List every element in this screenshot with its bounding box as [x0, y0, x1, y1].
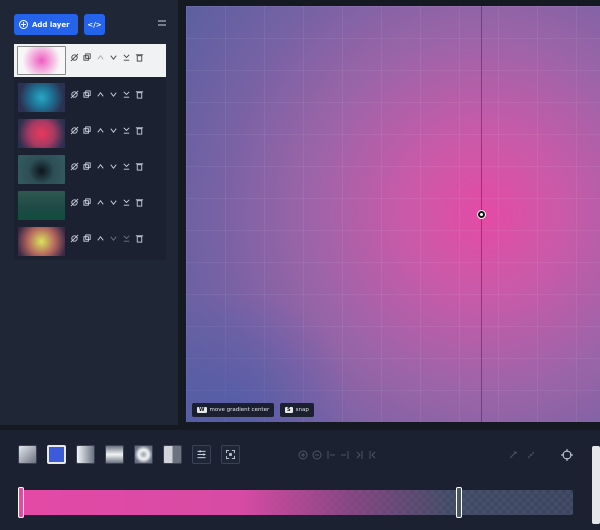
link-icon[interactable] — [508, 450, 518, 460]
target-icon[interactable] — [561, 449, 573, 461]
layer-row[interactable] — [14, 153, 166, 186]
trash-icon[interactable] — [135, 234, 144, 243]
layer-thumbnail[interactable] — [18, 227, 65, 256]
visibility-icon[interactable] — [70, 234, 79, 243]
duplicate-icon[interactable] — [83, 234, 92, 243]
duplicate-icon[interactable] — [83, 198, 92, 207]
visibility-icon[interactable] — [70, 198, 79, 207]
move-up-icon[interactable] — [96, 90, 105, 99]
stop-tools — [298, 450, 378, 460]
type-vertical-button[interactable] — [76, 445, 95, 464]
plus-icon: + — [19, 20, 28, 29]
type-radial-button[interactable] — [134, 445, 153, 464]
add-layer-label: Add layer — [32, 20, 70, 29]
trash-icon[interactable] — [135, 198, 144, 207]
move-down-icon[interactable] — [109, 198, 118, 207]
type-conic-button[interactable] — [163, 445, 182, 464]
fit-icon[interactable] — [221, 445, 240, 464]
color-stop-end[interactable] — [456, 487, 462, 518]
merge-icon[interactable] — [122, 198, 131, 207]
add-layer-button[interactable]: + Add layer — [14, 14, 78, 35]
move-down-icon[interactable] — [109, 162, 118, 171]
move-center-hint: W move gradient center — [192, 403, 275, 417]
add-stop-icon[interactable] — [298, 450, 308, 460]
visibility-icon[interactable] — [70, 162, 79, 171]
gradient-center-handle[interactable] — [477, 210, 486, 219]
move-down-icon[interactable] — [109, 53, 118, 62]
layer-thumbnail[interactable] — [18, 191, 65, 220]
layer-thumbnail[interactable] — [17, 46, 66, 75]
snap-key: S — [285, 407, 293, 413]
unlink-icon[interactable] — [526, 450, 536, 460]
layer-thumbnail[interactable] — [18, 83, 65, 112]
adjust-icon[interactable] — [192, 445, 211, 464]
visibility-icon[interactable] — [70, 126, 79, 135]
gradient-editor: + Add layer </> W move gradient center S… — [0, 0, 600, 530]
layer-row[interactable] — [14, 81, 166, 114]
move-up-icon[interactable] — [96, 53, 105, 62]
trash-icon[interactable] — [135, 90, 144, 99]
gradient-type-buttons — [18, 445, 240, 464]
distribute-icon[interactable] — [368, 450, 378, 460]
type-solid-button[interactable] — [47, 445, 66, 464]
move-up-icon[interactable] — [96, 198, 105, 207]
trash-icon[interactable] — [135, 53, 144, 62]
duplicate-icon[interactable] — [83, 126, 92, 135]
gradient-canvas[interactable]: W move gradient center S snap — [186, 6, 600, 422]
layer-thumbnail[interactable] — [18, 119, 65, 148]
type-linear-button[interactable] — [18, 445, 37, 464]
move-down-icon[interactable] — [109, 90, 118, 99]
trash-icon[interactable] — [135, 126, 144, 135]
visibility-icon[interactable] — [70, 90, 79, 99]
gradient-toolbar — [0, 430, 600, 530]
visibility-icon[interactable] — [70, 53, 79, 62]
layer-row[interactable] — [14, 44, 166, 77]
move-down-icon[interactable] — [109, 126, 118, 135]
duplicate-icon[interactable] — [83, 162, 92, 171]
duplicate-icon[interactable] — [83, 90, 92, 99]
align-left-icon[interactable] — [326, 450, 336, 460]
move-center-label: move gradient center — [209, 407, 270, 413]
move-up-icon[interactable] — [96, 126, 105, 135]
layer-list — [14, 44, 166, 260]
layer-row[interactable] — [14, 117, 166, 150]
duplicate-icon[interactable] — [83, 53, 92, 62]
layer-row[interactable] — [14, 225, 166, 258]
move-center-key: W — [197, 407, 207, 413]
merge-icon[interactable] — [122, 90, 131, 99]
merge-icon[interactable] — [122, 126, 131, 135]
gradient-stops-track[interactable] — [18, 490, 573, 515]
move-up-icon[interactable] — [96, 162, 105, 171]
move-down-icon[interactable] — [109, 234, 118, 243]
layer-row[interactable] — [14, 189, 166, 222]
code-icon: </> — [87, 20, 102, 29]
remove-stop-icon[interactable] — [312, 450, 322, 460]
snap-hint: S snap — [280, 403, 314, 417]
merge-icon[interactable] — [122, 53, 131, 62]
merge-icon[interactable] — [122, 234, 131, 243]
merge-icon[interactable] — [122, 162, 131, 171]
color-stop-start[interactable] — [18, 487, 24, 518]
right-tools — [508, 450, 536, 460]
menu-icon[interactable] — [157, 18, 167, 28]
code-button[interactable]: </> — [84, 14, 105, 35]
align-right-icon[interactable] — [354, 450, 364, 460]
type-horizontal-button[interactable] — [105, 445, 124, 464]
snap-label: snap — [295, 407, 309, 413]
align-center-icon[interactable] — [340, 450, 350, 460]
trash-icon[interactable] — [135, 162, 144, 171]
panel-scrollbar[interactable] — [592, 446, 600, 524]
move-up-icon[interactable] — [96, 234, 105, 243]
layer-thumbnail[interactable] — [18, 155, 65, 184]
layers-panel: + Add layer </> — [0, 0, 178, 425]
